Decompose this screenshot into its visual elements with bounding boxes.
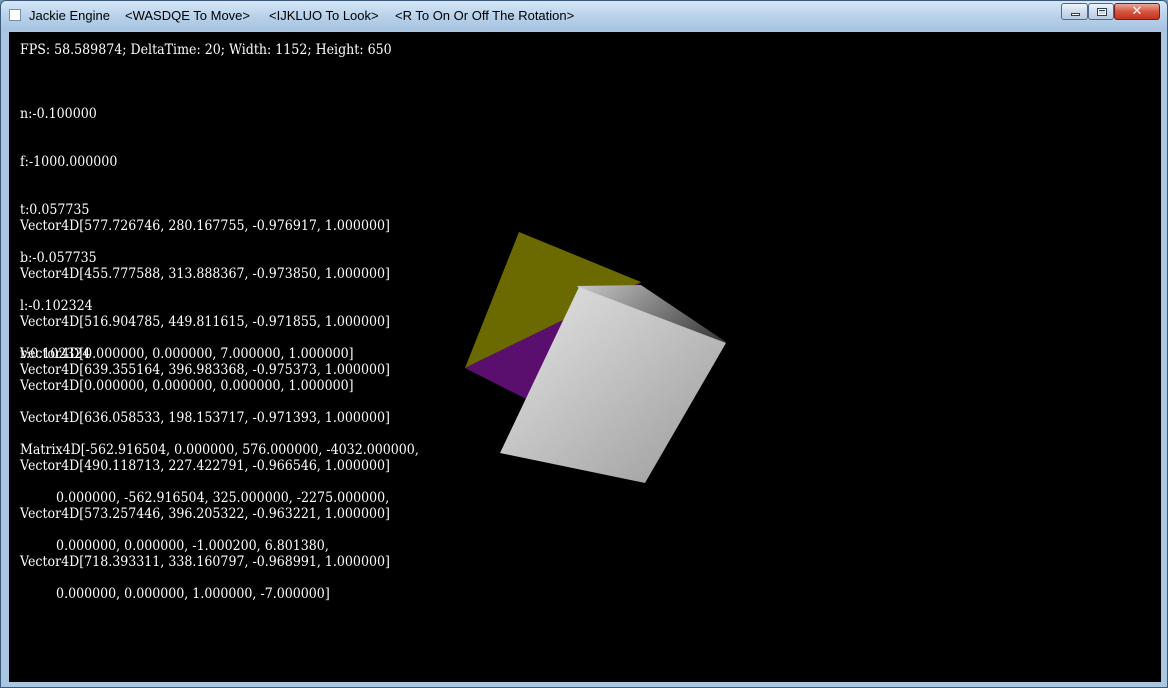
maximize-icon [1097, 8, 1107, 16]
camera-position-vector: Vector4D[0.000000, 0.000000, 7.000000, 1… [20, 346, 354, 362]
matrix-row-0: Matrix4D[-562.916504, 0.000000, 576.0000… [20, 442, 419, 458]
frustum-near: n:-0.100000 [20, 106, 97, 122]
vertex-3: Vector4D[639.355164, 396.983368, -0.9753… [20, 362, 390, 378]
matrix-row-3: 0.000000, 0.000000, 1.000000, -7.000000] [20, 586, 330, 602]
close-button[interactable]: ✕ [1114, 3, 1160, 20]
vertex-0: Vector4D[577.726746, 280.167755, -0.9769… [20, 218, 390, 234]
app-window: Jackie Engine <WASDQE To Move> <IJKLUO T… [0, 0, 1168, 688]
close-icon: ✕ [1131, 4, 1143, 19]
title-hint-look: <IJKLUO To Look> [269, 8, 379, 23]
camera-target-vector: Vector4D[0.000000, 0.000000, 0.000000, 1… [20, 378, 354, 394]
title-bar[interactable]: Jackie Engine <WASDQE To Move> <IJKLUO T… [1, 1, 1167, 31]
title-hint-move: <WASDQE To Move> [125, 8, 250, 23]
matrix-row-2: 0.000000, 0.000000, -1.000200, 6.801380, [20, 538, 329, 554]
vertex-1: Vector4D[455.777588, 313.888367, -0.9738… [20, 266, 390, 282]
frustum-far: f:-1000.000000 [20, 154, 118, 170]
render-viewport[interactable]: FPS: 58.589874; DeltaTime: 20; Width: 11… [9, 32, 1161, 682]
vertex-2: Vector4D[516.904785, 449.811615, -0.9718… [20, 314, 390, 330]
window-title: Jackie Engine [29, 8, 110, 23]
minimize-button[interactable] [1061, 3, 1088, 20]
fps-stats-line: FPS: 58.589874; DeltaTime: 20; Width: 11… [20, 42, 392, 58]
app-icon [9, 9, 21, 21]
transform-matrix: Matrix4D[-562.916504, 0.000000, 576.0000… [20, 410, 419, 634]
minimize-icon [1071, 13, 1080, 16]
matrix-row-1: 0.000000, -562.916504, 325.000000, -2275… [20, 490, 390, 506]
maximize-button[interactable] [1088, 3, 1114, 20]
title-hint-rotation: <R To On Or Off The Rotation> [395, 8, 575, 23]
